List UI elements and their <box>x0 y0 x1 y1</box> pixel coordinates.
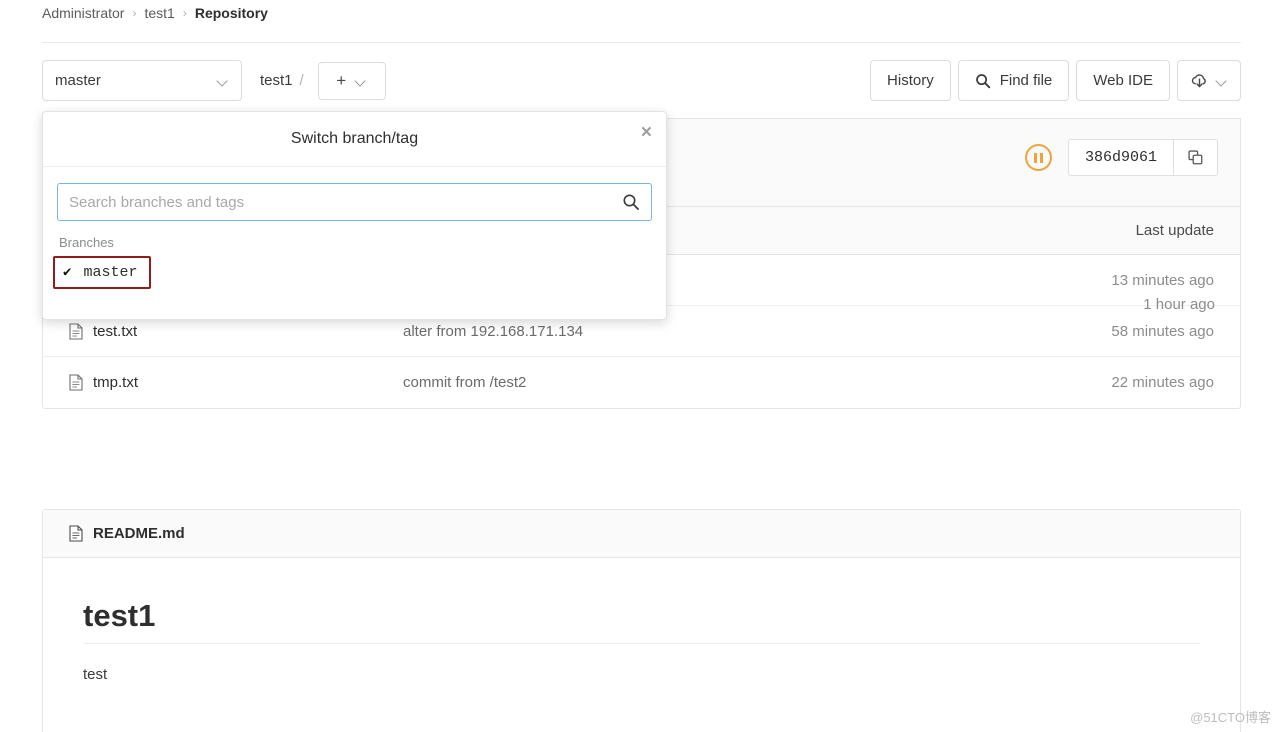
file-name-cell[interactable]: test.txt <box>43 323 403 340</box>
web-ide-button-label: Web IDE <box>1093 72 1153 89</box>
commit-sha: 386d9061 <box>1067 139 1174 176</box>
path-separator: / <box>299 72 304 89</box>
branch-selector-label: master <box>55 72 101 89</box>
watermark: @51CTO博客 <box>1190 710 1271 725</box>
file-icon <box>69 374 83 391</box>
breadcrumb-item-test1[interactable]: test1 <box>144 5 174 21</box>
copy-sha-button[interactable] <box>1174 139 1218 176</box>
breadcrumb: Administrator › test1 › Repository <box>42 5 268 21</box>
breadcrumb-separator-icon: › <box>132 6 137 20</box>
repository-page: Administrator › test1 › Repository maste… <box>0 0 1283 732</box>
hidden-row-last-update-time: 1 hour ago <box>1143 296 1215 313</box>
readme-panel: README.md test1 test <box>42 509 1241 732</box>
history-button-label: History <box>887 72 934 89</box>
breadcrumb-item-repository: Repository <box>194 5 268 21</box>
repository-toolbar-right: History Find file Web IDE <box>863 60 1241 101</box>
breadcrumb-item-administrator[interactable]: Administrator <box>42 5 124 21</box>
find-file-button-label: Find file <box>999 72 1053 89</box>
readme-paragraph: test <box>83 666 108 683</box>
add-to-tree-button[interactable]: + <box>317 61 386 100</box>
branch-item-master[interactable]: ✔ master <box>63 264 137 281</box>
close-icon[interactable]: × <box>641 123 652 142</box>
web-ide-button[interactable]: Web IDE <box>1076 60 1170 101</box>
search-input[interactable] <box>57 183 652 221</box>
table-row[interactable]: tmp.txt commit from /test2 22 minutes ag… <box>43 357 1240 408</box>
last-update-time: 22 minutes ago <box>1111 374 1214 391</box>
file-name: tmp.txt <box>93 374 139 391</box>
chevron-down-icon <box>356 77 367 84</box>
branches-section-label: Branches <box>59 235 114 250</box>
cloud-download-icon <box>1191 74 1206 88</box>
dropdown-title: Switch branch/tag <box>290 130 419 147</box>
search-icon <box>975 73 990 88</box>
commit-sha-group: 386d9061 <box>1067 139 1218 176</box>
last-update-time: 13 minutes ago <box>1111 271 1214 289</box>
download-source-button[interactable] <box>1177 60 1241 101</box>
search-icon[interactable] <box>622 193 640 211</box>
plus-icon: + <box>336 70 347 90</box>
branch-highlight-box: ✔ master <box>53 256 152 289</box>
repository-path: test1 / <box>260 72 304 89</box>
pipeline-status-pending-icon[interactable] <box>1024 144 1052 171</box>
find-file-button[interactable]: Find file <box>957 60 1070 101</box>
history-button[interactable]: History <box>870 60 951 101</box>
file-icon <box>69 525 83 542</box>
branch-item-label: master <box>83 264 138 281</box>
commit-message[interactable]: commit from /test2 <box>403 374 1080 391</box>
path-item-repo[interactable]: test1 <box>260 72 293 89</box>
commit-meta: 386d9061 <box>1024 139 1218 176</box>
dropdown-header: Switch branch/tag × <box>43 112 666 167</box>
header-divider <box>42 42 1241 43</box>
readme-heading: test1 <box>83 598 1200 644</box>
file-name-cell[interactable]: tmp.txt <box>43 374 403 391</box>
file-icon <box>69 322 83 340</box>
chevron-down-icon <box>1217 77 1228 84</box>
commit-message[interactable]: alter from 192.168.171.134 <box>403 323 1080 340</box>
branch-selector-button[interactable]: master <box>42 60 242 101</box>
check-icon: ✔ <box>63 265 72 281</box>
switch-branch-tag-dropdown: Switch branch/tag × Branches ✔ master <box>42 111 667 320</box>
file-name: test.txt <box>93 322 138 340</box>
readme-filename[interactable]: README.md <box>93 525 185 542</box>
repository-toolbar-left: master test1 / + <box>42 60 386 101</box>
readme-content: test1 test <box>43 558 1240 683</box>
readme-header: README.md <box>43 510 1240 558</box>
dropdown-search-wrap <box>43 167 666 221</box>
column-header-last-update: Last update <box>1135 222 1214 239</box>
chevron-down-icon <box>218 77 229 84</box>
breadcrumb-separator-icon: › <box>182 6 187 20</box>
copy-icon <box>1188 150 1203 165</box>
last-update-time: 58 minutes ago <box>1111 322 1214 340</box>
